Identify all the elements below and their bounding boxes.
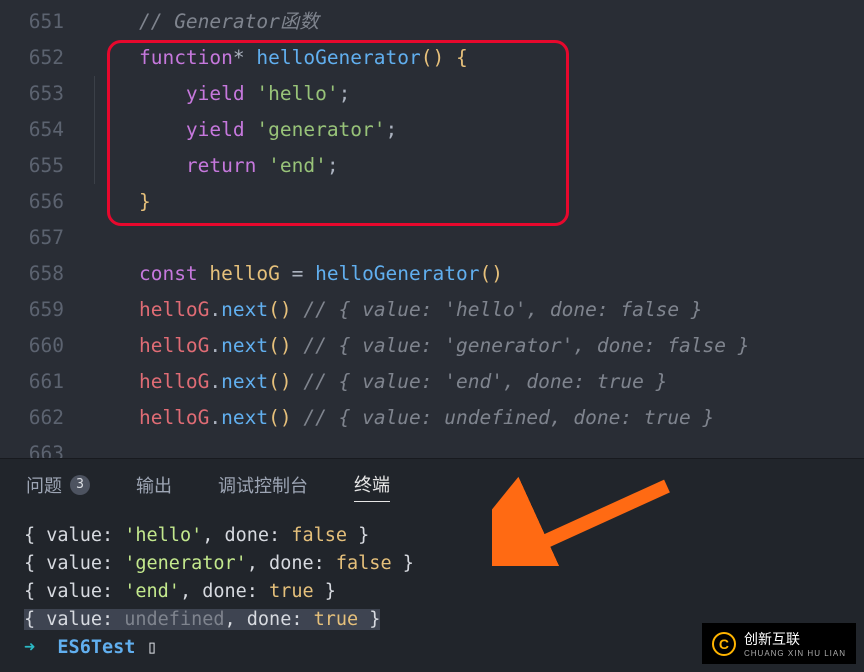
- code-content: // Generator函数: [92, 4, 864, 40]
- line-number: 660: [0, 328, 92, 364]
- line-number: 651: [0, 4, 92, 40]
- terminal-line: { value: 'end', done: true }: [24, 578, 840, 606]
- code-line[interactable]: 661 helloG.next() // { value: 'end', don…: [0, 364, 864, 400]
- code-line[interactable]: 656 }: [0, 184, 864, 220]
- code-content: yield 'hello';: [92, 76, 864, 112]
- tab-problems[interactable]: 问题 3: [26, 472, 90, 502]
- tab-terminal[interactable]: 终端: [354, 471, 390, 502]
- watermark-logo: C 创新互联 CHUANG XIN HU LIAN: [702, 623, 856, 664]
- line-number: 663: [0, 436, 92, 458]
- logo-text: 创新互联: [744, 631, 800, 647]
- code-content: }: [92, 184, 864, 220]
- tab-debug-console[interactable]: 调试控制台: [218, 472, 308, 502]
- tab-problems-label: 问题: [26, 472, 62, 498]
- code-line[interactable]: 655 return 'end';: [0, 148, 864, 184]
- code-content: helloG.next() // { value: undefined, don…: [92, 400, 864, 436]
- tab-terminal-label: 终端: [354, 471, 390, 497]
- line-number: 652: [0, 40, 92, 76]
- code-line[interactable]: 658 const helloG = helloGenerator(): [0, 256, 864, 292]
- code-content: helloG.next() // { value: 'generator', d…: [92, 328, 864, 364]
- code-line[interactable]: 653 yield 'hello';: [0, 76, 864, 112]
- tab-output-label: 输出: [136, 472, 172, 498]
- line-number: 659: [0, 292, 92, 328]
- line-number: 658: [0, 256, 92, 292]
- line-number: 662: [0, 400, 92, 436]
- tab-output[interactable]: 输出: [136, 472, 172, 502]
- code-line[interactable]: 651 // Generator函数: [0, 4, 864, 40]
- code-line[interactable]: 652 function* helloGenerator() {: [0, 40, 864, 76]
- code-content: helloG.next() // { value: 'hello', done:…: [92, 292, 864, 328]
- code-content: [92, 220, 864, 256]
- code-line[interactable]: 657: [0, 220, 864, 256]
- terminal-line: { value: 'hello', done: false }: [24, 522, 840, 550]
- line-number: 653: [0, 76, 92, 112]
- code-content: yield 'generator';: [92, 112, 864, 148]
- line-number: 661: [0, 364, 92, 400]
- line-number: 657: [0, 220, 92, 256]
- code-content: const helloG = helloGenerator(): [92, 256, 864, 292]
- code-content: return 'end';: [92, 148, 864, 184]
- code-line[interactable]: 663: [0, 436, 864, 458]
- code-line[interactable]: 659 helloG.next() // { value: 'hello', d…: [0, 292, 864, 328]
- terminal-line: { value: 'generator', done: false }: [24, 550, 840, 578]
- logo-icon: C: [712, 632, 736, 656]
- code-editor[interactable]: 651 // Generator函数652 function* helloGen…: [0, 0, 864, 458]
- line-number: 655: [0, 148, 92, 184]
- code-line[interactable]: 662 helloG.next() // { value: undefined,…: [0, 400, 864, 436]
- tab-debug-label: 调试控制台: [218, 472, 308, 498]
- code-content: helloG.next() // { value: 'end', done: t…: [92, 364, 864, 400]
- logo-subtext: CHUANG XIN HU LIAN: [744, 649, 846, 658]
- line-number: 654: [0, 112, 92, 148]
- code-content: [92, 436, 864, 458]
- code-content: function* helloGenerator() {: [92, 40, 864, 76]
- panel-tabs: 问题 3 输出 调试控制台 终端: [0, 459, 864, 510]
- problems-count-badge: 3: [70, 475, 90, 495]
- code-line[interactable]: 660 helloG.next() // { value: 'generator…: [0, 328, 864, 364]
- line-number: 656: [0, 184, 92, 220]
- code-line[interactable]: 654 yield 'generator';: [0, 112, 864, 148]
